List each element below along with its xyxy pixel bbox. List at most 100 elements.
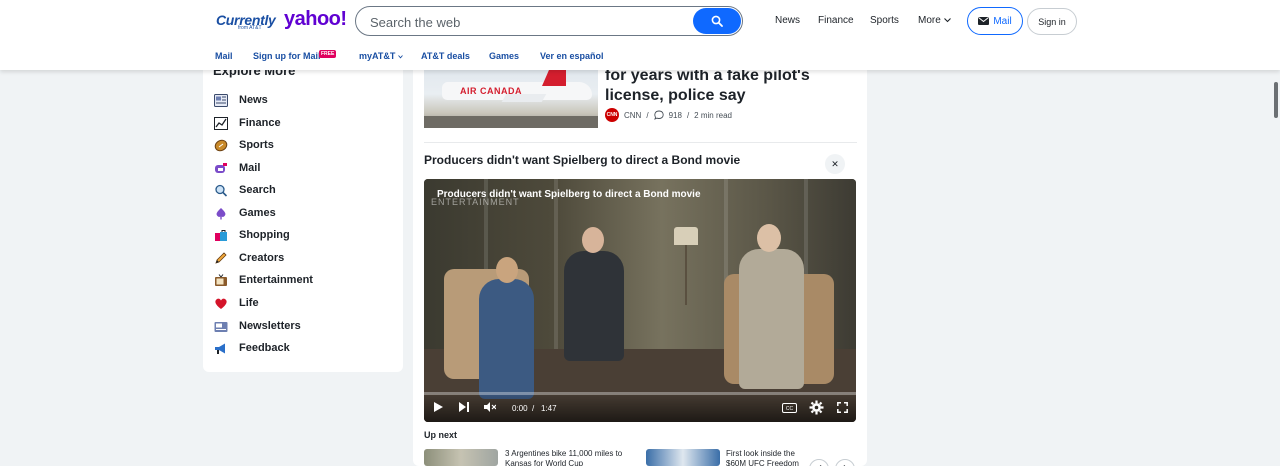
sidebar-item-label: Search bbox=[239, 184, 276, 196]
video-lamp-pole bbox=[685, 245, 687, 305]
nav-finance[interactable]: Finance bbox=[818, 15, 854, 26]
sidebar-item-creators[interactable]: Creators bbox=[213, 248, 393, 268]
subnav-att-deals[interactable]: AT&T deals bbox=[421, 51, 470, 61]
next-button[interactable] bbox=[458, 401, 470, 413]
subnav-myatt[interactable]: myAT&T bbox=[359, 51, 403, 61]
sidebar-item-finance[interactable]: Finance bbox=[213, 113, 393, 133]
chevron-down-icon bbox=[943, 15, 951, 26]
fullscreen-icon bbox=[836, 401, 848, 413]
sidebar-item-entertainment[interactable]: Entertainment bbox=[213, 270, 393, 290]
play-button[interactable] bbox=[432, 401, 444, 413]
video-person-head bbox=[757, 224, 781, 252]
divider bbox=[424, 142, 857, 143]
sidebar-item-shopping[interactable]: Shopping bbox=[213, 225, 393, 245]
video-caption: Producers didn't want Spielberg to direc… bbox=[437, 189, 701, 200]
captions-button[interactable]: CC bbox=[781, 402, 797, 413]
story-image[interactable]: AIR CANADA bbox=[424, 60, 598, 128]
shopping-bag-icon bbox=[213, 227, 229, 243]
search-box bbox=[355, 6, 743, 36]
video-person-left bbox=[479, 279, 534, 399]
sidebar-item-feedback[interactable]: Feedback bbox=[213, 338, 393, 358]
sidebar-item-label: Games bbox=[239, 207, 276, 219]
chart-icon bbox=[213, 115, 229, 131]
closed-captions-icon: CC bbox=[781, 402, 797, 413]
video-person-middle bbox=[564, 251, 624, 361]
nav-sports[interactable]: Sports bbox=[870, 15, 899, 26]
search-icon bbox=[711, 15, 723, 27]
site-header: Currently from AT&T yahoo! News Finance … bbox=[0, 0, 1280, 70]
football-icon bbox=[213, 137, 229, 153]
cnn-logo-icon: CNN bbox=[605, 108, 619, 122]
story-title[interactable]: for years with a fake pilot's license, p… bbox=[605, 66, 855, 106]
up-next-thumbnail[interactable] bbox=[424, 449, 498, 466]
sidebar-item-label: Entertainment bbox=[239, 274, 313, 286]
subnav-myatt-label: myAT&T bbox=[359, 51, 396, 61]
mail-button[interactable]: Mail bbox=[967, 7, 1023, 35]
mute-button[interactable] bbox=[484, 401, 496, 413]
spade-icon bbox=[213, 205, 229, 221]
chevron-down-icon bbox=[398, 55, 403, 59]
scrollbar-thumb[interactable] bbox=[1274, 82, 1278, 118]
envelope-icon bbox=[978, 17, 990, 25]
sidebar-item-games[interactable]: Games bbox=[213, 203, 393, 223]
sidebar-item-mail[interactable]: Mail bbox=[213, 158, 393, 178]
subnav-signup-mail[interactable]: Sign up for Mail bbox=[253, 51, 321, 61]
play-icon bbox=[433, 402, 443, 412]
sidebar-item-label: Life bbox=[239, 297, 259, 309]
carousel-prev-button[interactable] bbox=[809, 459, 829, 466]
sidebar-item-news[interactable]: News bbox=[213, 90, 393, 110]
yahoo-logo[interactable]: yahoo! bbox=[284, 8, 347, 31]
meta-separator: / bbox=[646, 110, 649, 120]
sidebar-item-sports[interactable]: Sports bbox=[213, 135, 393, 155]
sidebar-item-label: Shopping bbox=[239, 229, 290, 241]
search-button[interactable] bbox=[693, 8, 741, 34]
comment-icon[interactable] bbox=[653, 110, 664, 120]
sidebar-item-life[interactable]: Life bbox=[213, 293, 393, 313]
sidebar-item-label: Newsletters bbox=[239, 320, 301, 332]
video-player[interactable]: ENTERTAINMENT Producers didn't want Spie… bbox=[424, 179, 856, 422]
meta-separator: / bbox=[686, 110, 690, 120]
heart-icon bbox=[213, 295, 229, 311]
muted-speaker-icon bbox=[484, 402, 496, 412]
close-video-button[interactable]: ✕ bbox=[825, 154, 845, 174]
up-next-label: Up next bbox=[424, 430, 458, 440]
story-source[interactable]: CNN bbox=[624, 111, 641, 120]
explore-more-sidebar: Explore More News Finance Sports Mail Se… bbox=[203, 60, 403, 372]
close-icon: ✕ bbox=[831, 158, 839, 169]
page-scrollbar[interactable] bbox=[1272, 70, 1280, 466]
carousel-next-button[interactable] bbox=[835, 459, 855, 466]
up-next-thumbnail[interactable] bbox=[646, 449, 720, 466]
sidebar-item-label: Sports bbox=[239, 139, 274, 151]
skip-next-icon bbox=[459, 402, 469, 412]
story-meta: CNN CNN / 918 / 2 min read bbox=[605, 108, 732, 122]
subnav-espanol[interactable]: Ver en español bbox=[540, 51, 604, 61]
sidebar-item-search[interactable]: Search bbox=[213, 180, 393, 200]
search-input[interactable] bbox=[370, 12, 690, 32]
mail-button-label: Mail bbox=[993, 15, 1012, 27]
sidebar-item-newsletters[interactable]: Newsletters bbox=[213, 316, 393, 336]
nav-more[interactable]: More bbox=[918, 15, 951, 26]
video-progress-bar[interactable] bbox=[424, 392, 856, 395]
comment-count[interactable]: 918 bbox=[669, 111, 682, 120]
settings-button[interactable] bbox=[808, 399, 824, 415]
video-current-time: 0:00 bbox=[512, 404, 528, 413]
up-next-title[interactable]: 3 Argentines bike 11,000 miles to Kansas… bbox=[505, 449, 627, 466]
up-next-title[interactable]: First look inside the $60M UFC Freedom bbox=[726, 449, 808, 466]
video-lamp bbox=[674, 227, 698, 245]
fullscreen-button[interactable] bbox=[836, 401, 848, 413]
subnav-games[interactable]: Games bbox=[489, 51, 519, 61]
newsletter-icon bbox=[213, 318, 229, 334]
sidebar-item-label: News bbox=[239, 94, 268, 106]
magnifier-icon bbox=[213, 182, 229, 198]
plane-livery-text: AIR CANADA bbox=[460, 86, 522, 96]
tv-icon bbox=[213, 272, 229, 288]
newspaper-icon bbox=[213, 92, 229, 108]
signin-button[interactable]: Sign in bbox=[1027, 8, 1077, 35]
megaphone-icon bbox=[213, 340, 229, 356]
subnav-mail[interactable]: Mail bbox=[215, 51, 233, 61]
video-time-separator: / bbox=[532, 404, 535, 413]
free-badge: FREE bbox=[319, 50, 337, 58]
nav-news[interactable]: News bbox=[775, 15, 800, 26]
svg-text:CC: CC bbox=[785, 406, 793, 412]
read-time: 2 min read bbox=[694, 110, 732, 120]
